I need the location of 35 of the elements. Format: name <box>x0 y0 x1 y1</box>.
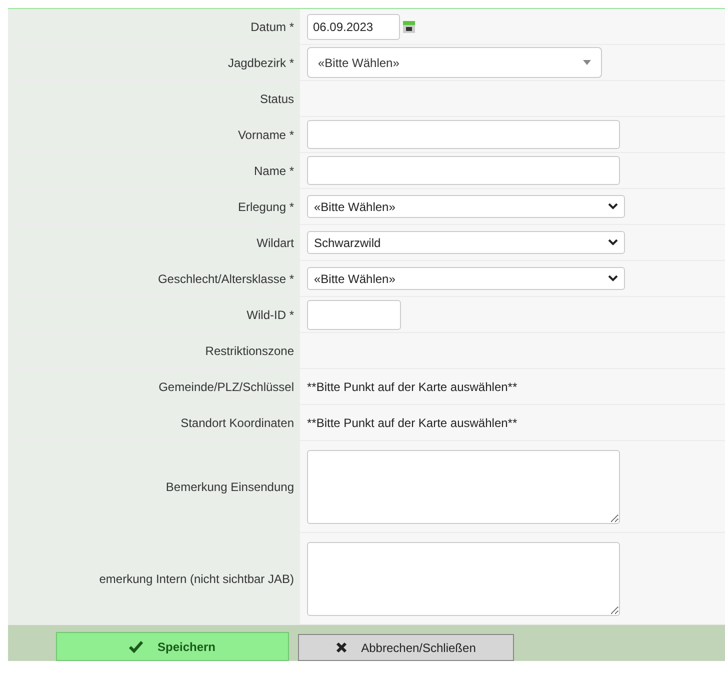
close-icon <box>336 642 348 653</box>
chevron-icon <box>608 203 618 210</box>
field-label: Geschlecht/Altersklasse * <box>158 272 294 286</box>
field-label: Gemeinde/PLZ/Schlüssel <box>158 380 294 394</box>
field-label: Jagdbezirk * <box>228 56 294 70</box>
text-field[interactable] <box>307 156 620 185</box>
hint-text: **Bitte Punkt auf der Karte auswählen** <box>307 380 518 394</box>
text-field[interactable] <box>307 120 620 149</box>
calendar-icon[interactable] <box>403 20 415 32</box>
field-label: Wild-ID * <box>246 308 294 322</box>
save-button[interactable]: Speichern <box>56 632 289 661</box>
select-field[interactable]: Schwarzwild <box>307 231 625 254</box>
chevron-icon <box>608 275 618 282</box>
field-label: Bemerkung Einsendung <box>166 480 294 494</box>
hint-text: **Bitte Punkt auf der Karte auswählen** <box>307 416 518 430</box>
select-field[interactable]: «Bitte Wählen» <box>307 195 625 218</box>
select-field[interactable]: «Bitte Wählen» <box>307 267 625 290</box>
field-label: Standort Koordinaten <box>180 416 294 430</box>
caret-icon <box>583 60 591 65</box>
field-label: Status <box>260 92 294 106</box>
field-label: Vorname * <box>238 128 294 142</box>
text-field[interactable] <box>307 300 401 330</box>
date-field[interactable]: 06.09.2023 <box>307 14 400 40</box>
text-area[interactable] <box>307 542 620 616</box>
field-label: Erlegung * <box>238 200 294 214</box>
field-label: Restriktionszone <box>205 344 294 358</box>
field-label: emerkung Intern (nicht sichtbar JAB) <box>99 572 294 586</box>
text-area[interactable] <box>307 450 620 524</box>
chevron-icon <box>608 239 618 246</box>
cancel-button[interactable]: Abbrechen/Schließen <box>298 634 514 661</box>
field-label: Datum * <box>250 20 294 34</box>
field-label: Wildart <box>256 236 294 250</box>
dropdown[interactable]: «Bitte Wählen» <box>307 47 602 78</box>
check-icon <box>129 640 144 652</box>
field-label: Name * <box>254 164 294 178</box>
